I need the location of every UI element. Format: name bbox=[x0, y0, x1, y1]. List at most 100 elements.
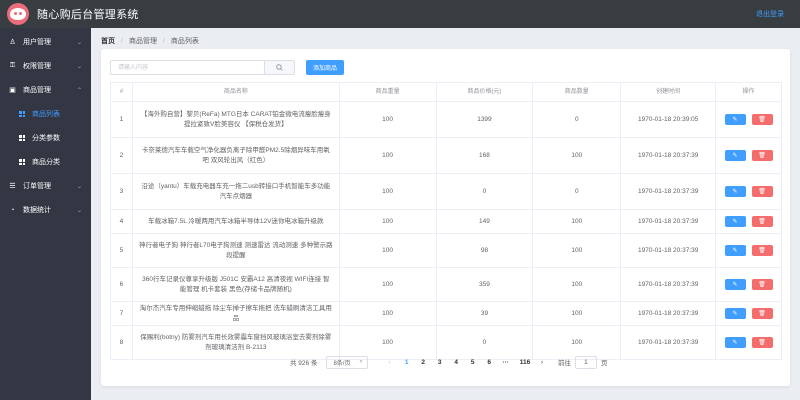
table-row: 2 卡奈莱德汽车车载空气净化器负离子除甲醛PM2.5除烟异味车用氧吧 双风轮出风（… bbox=[111, 138, 783, 174]
page-number[interactable]: 6 bbox=[481, 359, 498, 366]
table-cell-price: 149 bbox=[437, 210, 534, 233]
table-cell-actions: ✎ 🗑︎ bbox=[716, 268, 783, 301]
delete-button[interactable]: 🗑︎ bbox=[751, 114, 773, 125]
sidebar-item-goods[interactable]: ▣ 商品管理 ⌃ bbox=[0, 78, 91, 102]
pagination: 共 926 条 8条/页 ▼ ‹ 123456 ··· 116 › 前往 1 页 bbox=[101, 354, 790, 370]
column-header: 商品名称 bbox=[133, 83, 340, 101]
delete-button[interactable]: 🗑︎ bbox=[751, 245, 773, 256]
table-cell-weight: 100 bbox=[340, 174, 437, 209]
goto-page: 前往 1 页 bbox=[558, 355, 607, 369]
delete-button[interactable]: 🗑︎ bbox=[751, 186, 773, 197]
logout-link[interactable]: 退出登录 bbox=[756, 9, 784, 19]
sidebar-subitem-categories[interactable]: 商品分类 bbox=[0, 150, 91, 174]
edit-icon: ✎ bbox=[732, 152, 738, 159]
edit-button[interactable]: ✎ bbox=[724, 279, 746, 290]
logo-icon bbox=[7, 3, 29, 25]
page-number[interactable]: 1 bbox=[398, 359, 415, 366]
edit-button[interactable]: ✎ bbox=[724, 245, 746, 256]
table-cell-qty: 100 bbox=[533, 234, 622, 267]
page-ellipsis[interactable]: ··· bbox=[497, 359, 514, 366]
sidebar-item-label: 用户管理 bbox=[23, 39, 51, 46]
grid-icon bbox=[19, 111, 25, 117]
delete-button[interactable]: 🗑︎ bbox=[751, 216, 773, 227]
grid-icon bbox=[19, 159, 25, 165]
page-number[interactable]: 2 bbox=[415, 359, 432, 366]
prev-page-icon[interactable]: ‹ bbox=[384, 359, 394, 366]
sidebar-subitem-label: 商品分类 bbox=[32, 159, 60, 166]
table-cell-actions: ✎ 🗑︎ bbox=[716, 210, 783, 233]
breadcrumb: 首页 / 商品管理 / 商品列表 bbox=[101, 36, 199, 46]
search-button[interactable] bbox=[264, 61, 294, 74]
edit-icon: ✎ bbox=[732, 247, 738, 254]
table-cell-name: 车载冰箱7.5L 冷暖两用汽车冰箱半导体12V迷你电冰箱升级款 bbox=[133, 210, 340, 233]
goto-page-input[interactable]: 1 bbox=[574, 355, 597, 369]
sidebar-item-users[interactable]: ♙ 用户管理 ⌄ bbox=[0, 30, 91, 54]
table-cell-weight: 100 bbox=[340, 302, 437, 325]
search-input[interactable] bbox=[111, 61, 265, 74]
sidebar-subitem-params[interactable]: 分类参数 bbox=[0, 126, 91, 150]
sidebar-item-orders[interactable]: ☰ 订单管理 ⌄ bbox=[0, 174, 91, 198]
page-size-select[interactable]: 8条/页 ▼ bbox=[326, 355, 369, 369]
delete-icon: 🗑︎ bbox=[758, 310, 766, 317]
page-number[interactable]: 5 bbox=[464, 359, 481, 366]
table-cell-name: 淘尔杰汽车专用伸缩蜡拖 除尘车掸子擦车拖把 洗车蜡刷清洁工具用品 bbox=[133, 302, 340, 325]
delete-button[interactable]: 🗑︎ bbox=[751, 150, 773, 161]
edit-icon: ✎ bbox=[732, 188, 738, 195]
sidebar-item-reports[interactable]: ◔ 数据统计 ⌄ bbox=[0, 198, 91, 222]
breadcrumb-separator: / bbox=[162, 37, 165, 45]
delete-icon: 🗑︎ bbox=[758, 116, 766, 123]
table-cell-price: 0 bbox=[437, 174, 534, 209]
sidebar: ♙ 用户管理 ⌄ ⚿ 权限管理 ⌄ ▣ 商品管理 ⌃ 商品列表 分类参数 商品分… bbox=[0, 28, 91, 400]
user-icon: ♙ bbox=[9, 39, 16, 46]
lock-icon: ⚿ bbox=[9, 62, 16, 69]
page-number[interactable]: 4 bbox=[448, 359, 465, 366]
app-header: 随心购后台管理系统 退出登录 bbox=[0, 0, 800, 28]
table-cell-qty: 0 bbox=[533, 174, 622, 209]
edit-button[interactable]: ✎ bbox=[724, 186, 746, 197]
column-header: 商品数量 bbox=[533, 83, 622, 101]
chevron-up-icon: ⌃ bbox=[76, 87, 82, 94]
column-header: 商品重量 bbox=[340, 83, 437, 101]
sidebar-subitem-label: 分类参数 bbox=[32, 135, 60, 142]
breadcrumb-level1: 商品管理 bbox=[128, 38, 157, 45]
sidebar-item-label: 数据统计 bbox=[23, 207, 51, 214]
delete-button[interactable]: 🗑︎ bbox=[751, 308, 773, 319]
next-page-icon[interactable]: › bbox=[536, 359, 548, 366]
page-last[interactable]: 116 bbox=[514, 359, 536, 366]
table-cell-price: 1399 bbox=[437, 102, 534, 137]
edit-icon: ✎ bbox=[732, 218, 738, 225]
delete-icon: 🗑︎ bbox=[758, 281, 766, 288]
search-icon bbox=[276, 64, 283, 71]
table-row: 7 淘尔杰汽车专用伸缩蜡拖 除尘车掸子擦车拖把 洗车蜡刷清洁工具用品 100 39 10… bbox=[111, 302, 783, 326]
edit-button[interactable]: ✎ bbox=[724, 337, 746, 348]
chevron-down-icon: ⌄ bbox=[76, 183, 82, 190]
table-cell-price: 39 bbox=[437, 302, 534, 325]
sidebar-subitem-goods-list[interactable]: 商品列表 bbox=[0, 102, 91, 126]
table-cell-idx: 5 bbox=[111, 234, 133, 267]
table-cell-idx: 1 bbox=[111, 102, 133, 137]
sidebar-item-permissions[interactable]: ⚿ 权限管理 ⌄ bbox=[0, 54, 91, 78]
chevron-down-icon: ▼ bbox=[358, 359, 364, 365]
delete-button[interactable]: 🗑︎ bbox=[751, 337, 773, 348]
add-goods-button[interactable]: 添加商品 bbox=[306, 60, 344, 75]
table-cell-qty: 100 bbox=[533, 138, 622, 173]
table-cell-name: 神行者电子狗 神行者L70电子狗测速 测速雷达 流动测速 多种警示路段提醒 bbox=[133, 234, 340, 267]
edit-icon: ✎ bbox=[732, 116, 738, 123]
chevron-down-icon: ⌄ bbox=[76, 39, 82, 46]
search-box bbox=[110, 60, 295, 75]
breadcrumb-home[interactable]: 首页 bbox=[101, 36, 115, 46]
chevron-down-icon: ⌄ bbox=[76, 63, 82, 70]
delete-button[interactable]: 🗑︎ bbox=[751, 279, 773, 290]
edit-button[interactable]: ✎ bbox=[724, 216, 746, 227]
edit-button[interactable]: ✎ bbox=[724, 150, 746, 161]
table-cell-time: 1970-01-18 20:39:05 bbox=[621, 102, 717, 137]
edit-button[interactable]: ✎ bbox=[724, 114, 746, 125]
table-cell-idx: 6 bbox=[111, 268, 133, 301]
page-number[interactable]: 3 bbox=[431, 359, 448, 366]
table-cell-time: 1970-01-18 20:37:39 bbox=[621, 302, 717, 325]
sidebar-subitem-label: 商品列表 bbox=[32, 111, 60, 118]
table-cell-weight: 100 bbox=[340, 138, 437, 173]
table-cell-name: 沿途（yantu）车载充电器车充一拖二usb转接口手机智能车多功能汽车点烟器 bbox=[133, 174, 340, 209]
edit-button[interactable]: ✎ bbox=[724, 308, 746, 319]
goods-card: 添加商品 # 商品名称 商品重量 商品价格(元) 商品数量 创建时间 操作 1【… bbox=[101, 49, 790, 386]
